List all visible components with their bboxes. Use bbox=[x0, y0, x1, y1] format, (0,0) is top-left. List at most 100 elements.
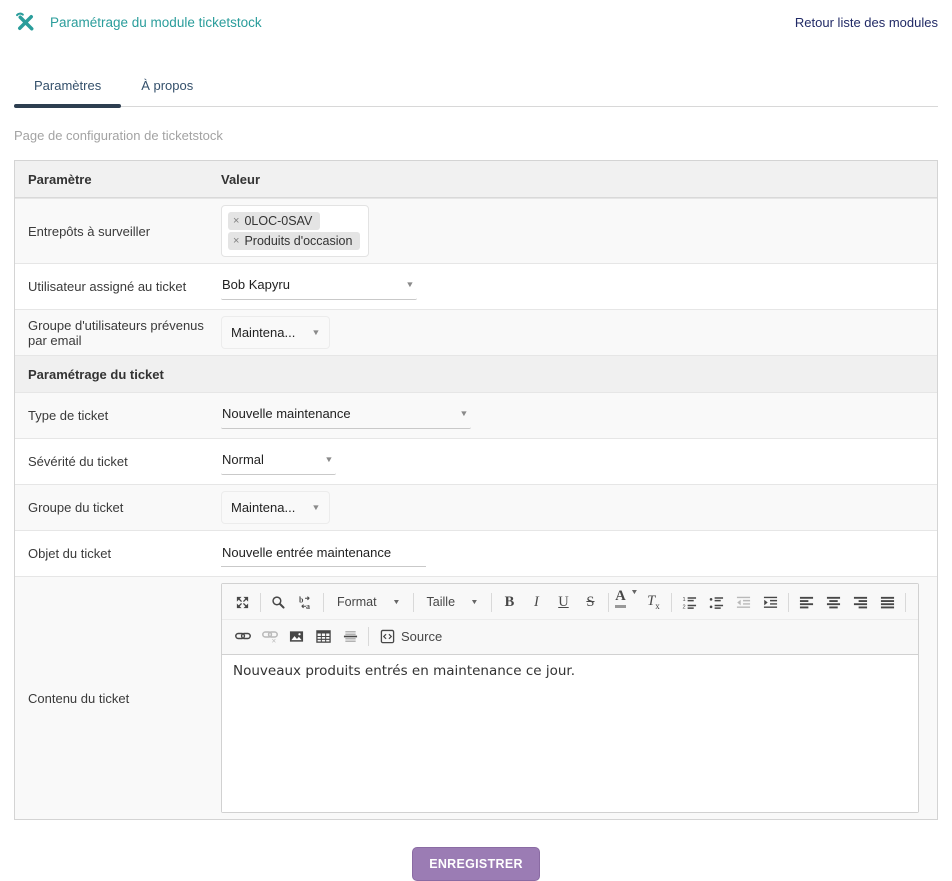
table-row: Objet du ticket bbox=[15, 530, 937, 576]
bold-icon: B bbox=[505, 595, 515, 610]
indent-button[interactable] bbox=[757, 589, 784, 615]
tab-parametres[interactable]: Paramètres bbox=[14, 69, 121, 106]
editor-toolbar-row2: × bbox=[222, 619, 918, 654]
warehouse-tag-label: Produits d'occasion bbox=[244, 234, 352, 248]
ticket-subject-input[interactable] bbox=[221, 541, 426, 567]
toolbar-separator bbox=[323, 593, 324, 612]
underline-button[interactable]: U bbox=[550, 589, 577, 615]
toolbar-separator bbox=[608, 593, 609, 612]
toolbar-separator bbox=[905, 593, 906, 612]
tools-icon bbox=[14, 11, 37, 34]
notified-group-value: Maintena... bbox=[231, 325, 295, 340]
save-button[interactable]: ENREGISTRER bbox=[412, 847, 540, 881]
chevron-down-icon: ▼ bbox=[630, 589, 638, 596]
ticket-type-select[interactable]: Nouvelle maintenance ▼ bbox=[221, 402, 471, 429]
source-icon bbox=[380, 629, 395, 644]
justify-button[interactable] bbox=[874, 589, 901, 615]
find-button[interactable] bbox=[265, 589, 292, 615]
find-icon bbox=[271, 595, 286, 610]
chevron-down-icon: ▼ bbox=[405, 280, 414, 289]
table-row: Contenu du ticket bbox=[15, 576, 937, 819]
page-title: Paramétrage du module ticketstock bbox=[50, 15, 262, 30]
ticket-severity-select[interactable]: Normal ▼ bbox=[221, 448, 336, 475]
table-row: Entrepôts à surveiller × 0LOC-0SAV × Pro… bbox=[15, 198, 937, 263]
numbered-list-icon: 1 2 bbox=[682, 595, 697, 610]
svg-text:×: × bbox=[271, 637, 276, 645]
horizontal-rule-icon bbox=[343, 629, 358, 644]
numbered-list-button[interactable]: 1 2 bbox=[676, 589, 703, 615]
chevron-down-icon: ▼ bbox=[459, 409, 468, 418]
remove-format-icon: Tx bbox=[647, 594, 660, 611]
replace-button[interactable]: b a bbox=[292, 589, 319, 615]
table-row: Groupe d'utilisateurs prévenus par email… bbox=[15, 309, 937, 355]
rich-text-editor: b a Format ▼ Ta bbox=[221, 583, 919, 813]
strikethrough-button[interactable]: S bbox=[577, 589, 604, 615]
toolbar-separator bbox=[368, 627, 369, 646]
module-setup-page: Paramétrage du module ticketstock Retour… bbox=[0, 0, 952, 881]
horizontal-rule-button[interactable] bbox=[337, 623, 364, 649]
bold-button[interactable]: B bbox=[496, 589, 523, 615]
text-color-icon: A bbox=[615, 589, 625, 608]
table-header-row: Paramètre Valeur bbox=[15, 161, 937, 198]
ticket-type-label: Type de ticket bbox=[15, 393, 221, 438]
align-center-icon bbox=[826, 595, 841, 610]
tab-a-propos-label: À propos bbox=[141, 78, 193, 93]
align-center-button[interactable] bbox=[820, 589, 847, 615]
text-color-button[interactable]: A ▼ bbox=[613, 589, 640, 615]
table-row: Sévérité du ticket Normal ▼ bbox=[15, 438, 937, 484]
italic-button[interactable]: I bbox=[523, 589, 550, 615]
chevron-down-icon: ▼ bbox=[392, 599, 400, 606]
toolbar-separator bbox=[260, 593, 261, 612]
maximize-button[interactable] bbox=[229, 589, 256, 615]
warehouse-tag: × 0LOC-0SAV bbox=[228, 212, 320, 230]
actions-bar: ENREGISTRER bbox=[0, 847, 952, 881]
notified-group-select[interactable]: Maintena... ▼ bbox=[221, 316, 330, 349]
warehouses-label: Entrepôts à surveiller bbox=[15, 199, 221, 263]
image-icon bbox=[289, 629, 304, 644]
warehouses-multiselect[interactable]: × 0LOC-0SAV × Produits d'occasion bbox=[221, 205, 369, 257]
assigned-user-select[interactable]: Bob Kapyru ▼ bbox=[221, 273, 417, 300]
chevron-down-icon: ▼ bbox=[312, 328, 321, 337]
tab-bar: Paramètres À propos bbox=[14, 69, 938, 107]
ticket-type-value: Nouvelle maintenance bbox=[222, 406, 351, 421]
remove-tag-icon[interactable]: × bbox=[233, 236, 239, 247]
ticket-group-label: Groupe du ticket bbox=[15, 485, 221, 530]
ticket-group-value: Maintena... bbox=[231, 500, 295, 515]
link-button[interactable] bbox=[229, 623, 256, 649]
remove-format-button[interactable]: Tx bbox=[640, 589, 667, 615]
align-left-button[interactable] bbox=[793, 589, 820, 615]
chevron-down-icon: ▼ bbox=[470, 599, 478, 606]
section-header-row: Paramétrage du ticket bbox=[15, 355, 937, 392]
ticket-severity-value: Normal bbox=[222, 452, 264, 467]
maximize-icon bbox=[235, 595, 250, 610]
ticket-group-select[interactable]: Maintena... ▼ bbox=[221, 491, 330, 524]
column-header-value: Valeur bbox=[221, 161, 937, 197]
tab-parametres-label: Paramètres bbox=[34, 78, 101, 93]
editor-content-area[interactable]: Nouveaux produits entrés en maintenance … bbox=[222, 654, 918, 812]
ticket-severity-label: Sévérité du ticket bbox=[15, 439, 221, 484]
remove-tag-icon[interactable]: × bbox=[233, 216, 239, 227]
align-right-button[interactable] bbox=[847, 589, 874, 615]
warehouse-tag-label: 0LOC-0SAV bbox=[244, 214, 312, 228]
image-button[interactable] bbox=[283, 623, 310, 649]
size-combo-label: Taille bbox=[427, 595, 456, 609]
size-combo[interactable]: Taille ▼ bbox=[418, 589, 487, 615]
table-button[interactable] bbox=[310, 623, 337, 649]
bulleted-list-button[interactable] bbox=[703, 589, 730, 615]
editor-toolbar-row1: b a Format ▼ Ta bbox=[222, 584, 918, 619]
svg-text:1: 1 bbox=[682, 596, 685, 602]
format-combo[interactable]: Format ▼ bbox=[328, 589, 409, 615]
ticket-subject-label: Objet du ticket bbox=[15, 531, 221, 576]
column-header-parameter: Paramètre bbox=[15, 161, 221, 197]
format-combo-label: Format bbox=[337, 595, 377, 609]
back-to-modules-link[interactable]: Retour liste des modules bbox=[795, 15, 938, 30]
svg-text:b: b bbox=[299, 595, 304, 604]
tab-a-propos[interactable]: À propos bbox=[121, 69, 213, 106]
table-row: Type de ticket Nouvelle maintenance ▼ bbox=[15, 392, 937, 438]
table-row: Utilisateur assigné au ticket Bob Kapyru… bbox=[15, 263, 937, 309]
source-button[interactable]: Source bbox=[373, 623, 449, 649]
chevron-down-icon: ▼ bbox=[312, 503, 321, 512]
svg-text:a: a bbox=[306, 602, 310, 610]
table-row: Groupe du ticket Maintena... ▼ bbox=[15, 484, 937, 530]
strikethrough-icon: S bbox=[586, 595, 594, 610]
